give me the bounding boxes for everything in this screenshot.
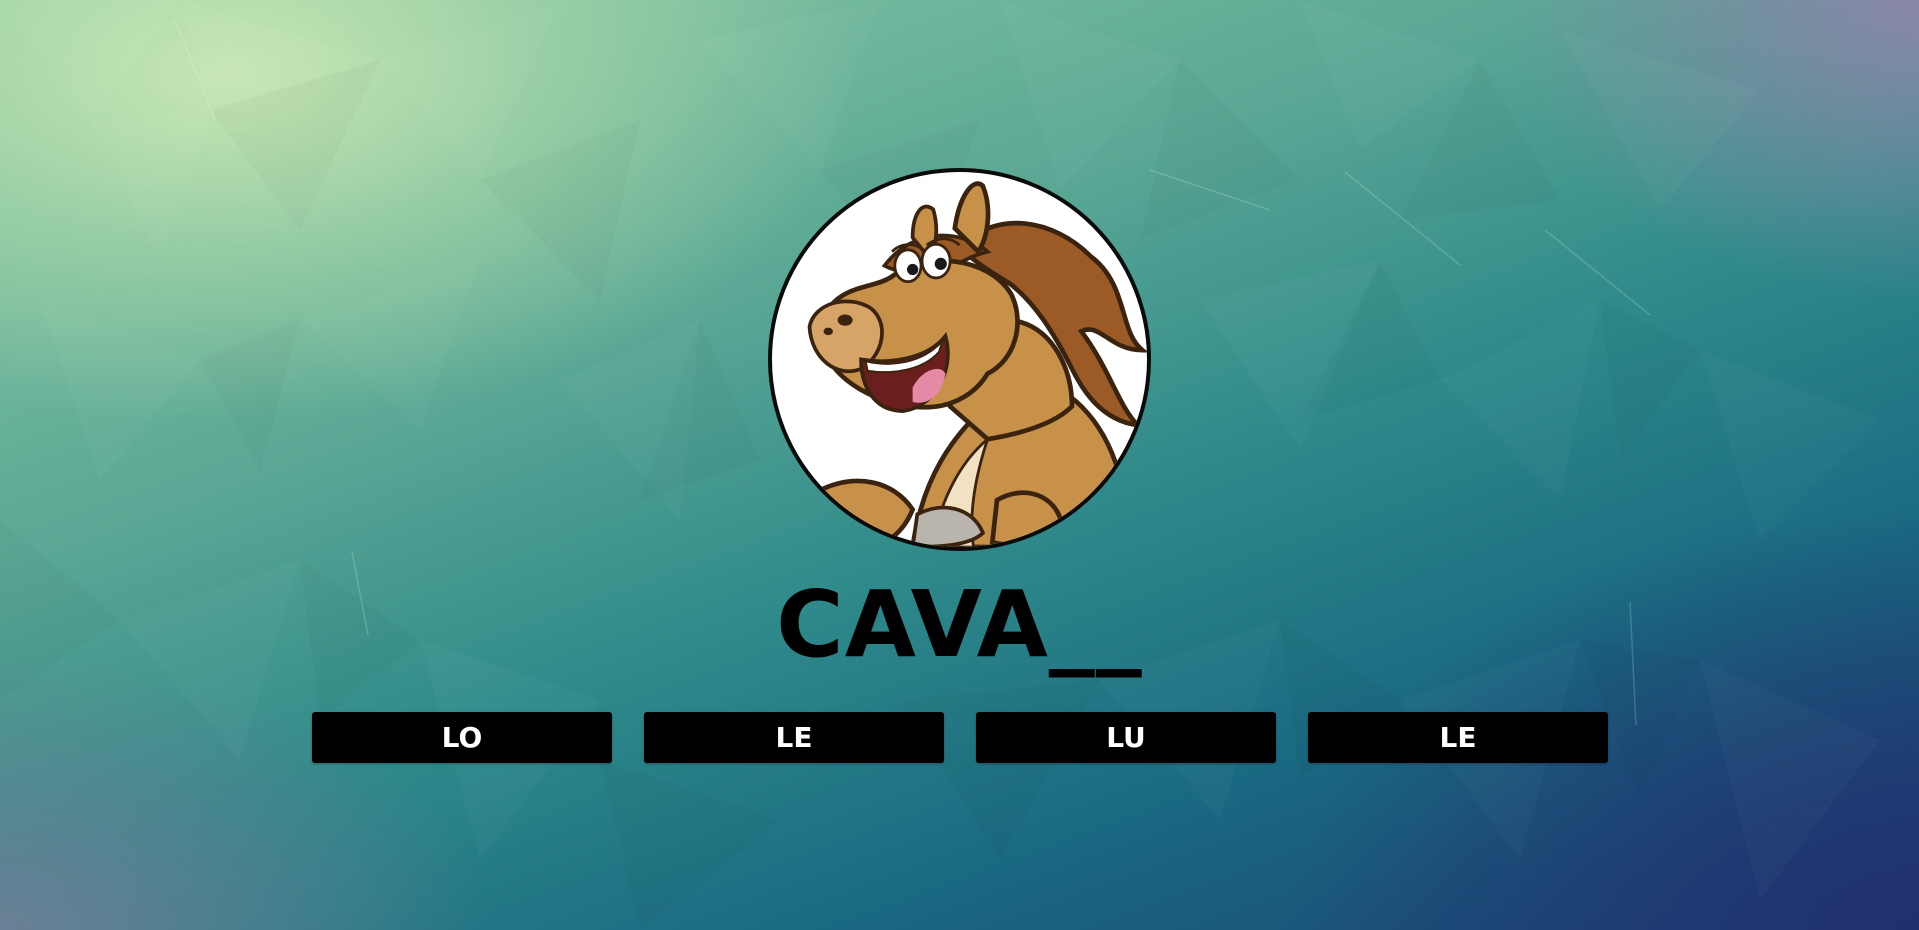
- nav-button-le-2[interactable]: LE: [1308, 712, 1608, 763]
- nav-button-lu[interactable]: LU: [976, 712, 1276, 763]
- nav-button-le-1[interactable]: LE: [644, 712, 944, 763]
- horse-logo[interactable]: [768, 168, 1151, 551]
- nav-button-lo[interactable]: LO: [312, 712, 612, 763]
- nav-button-row: LO LE LU LE: [312, 712, 1608, 763]
- site-title: CAVA__: [776, 571, 1143, 678]
- cartoon-horse-icon: [807, 181, 1147, 547]
